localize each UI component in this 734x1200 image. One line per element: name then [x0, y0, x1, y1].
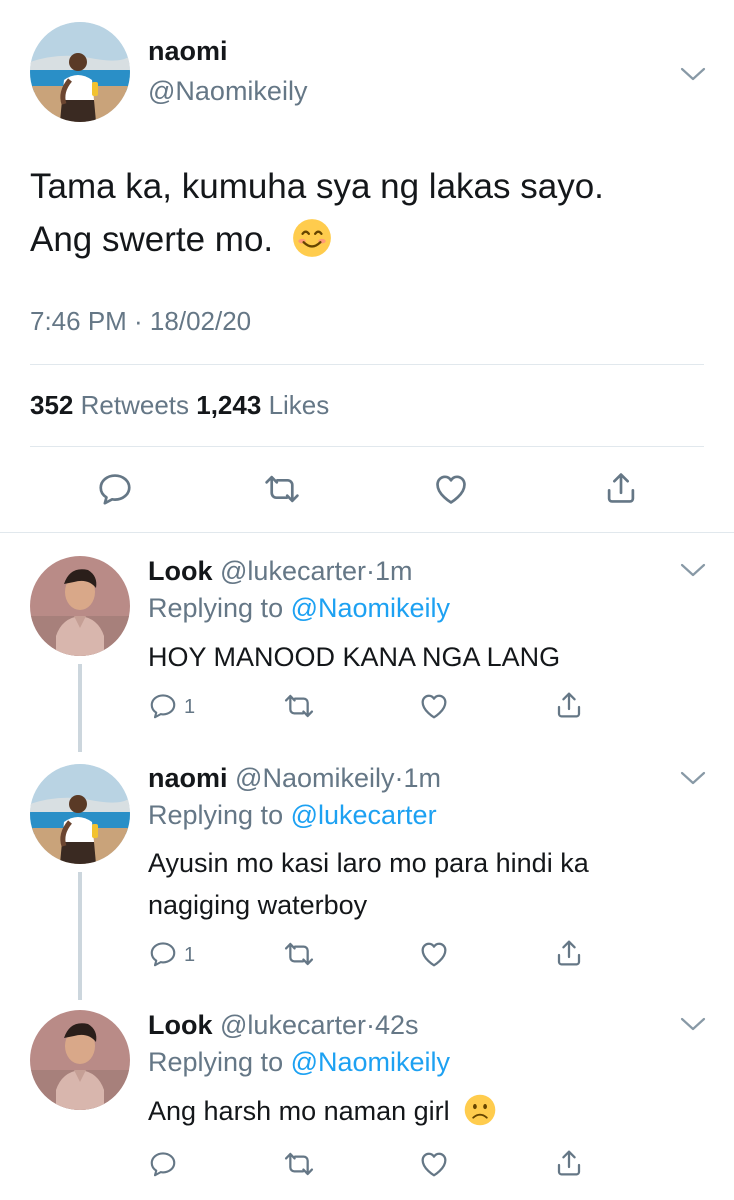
retweet-icon [282, 1148, 316, 1180]
retweets-count[interactable]: 352 [30, 390, 73, 420]
reply-header: Look @lukecarter·42s [148, 1010, 419, 1041]
smiling-face-emoji-icon [291, 217, 333, 259]
like-button[interactable] [432, 470, 470, 508]
reply-icon [96, 470, 134, 508]
chevron-down-icon[interactable] [680, 1016, 706, 1032]
reply-button[interactable] [148, 938, 178, 970]
like-button[interactable] [418, 1148, 450, 1180]
chevron-down-icon[interactable] [680, 770, 706, 786]
share-icon [553, 1146, 585, 1180]
reply-author-name[interactable]: Look [148, 1010, 213, 1040]
reply-text-line: Ayusin mo kasi laro mo para hindi ka [148, 848, 589, 878]
reply-text-line: HOY MANOOD KANA NGA LANG [148, 642, 561, 672]
reply-author-handle[interactable]: @lukecarter [220, 556, 366, 586]
heart-icon [418, 690, 450, 722]
avatar-luke[interactable] [30, 1010, 130, 1110]
heart-icon [418, 938, 450, 970]
share-button[interactable] [553, 936, 585, 970]
divider [0, 532, 734, 533]
reply-author-handle[interactable]: @Naomikeily [235, 763, 394, 793]
thread-connector [78, 872, 82, 1000]
share-button[interactable] [553, 688, 585, 722]
tweet-timestamp: 7:46 PM · 18/02/20 [30, 306, 252, 336]
divider [30, 446, 704, 447]
like-button[interactable] [418, 690, 450, 722]
likes-label[interactable]: Likes [269, 390, 330, 420]
replying-to: Replying to @Naomikeily [148, 1047, 450, 1078]
replying-to-mention[interactable]: @Naomikeily [291, 593, 450, 623]
like-button[interactable] [418, 938, 450, 970]
reply-header: naomi @Naomikeily·1m [148, 763, 441, 794]
author-name[interactable]: naomi [148, 36, 228, 67]
frowning-face-emoji-icon [463, 1093, 497, 1127]
separator-dot: · [365, 1010, 375, 1040]
replying-to-label: Replying to [148, 593, 284, 623]
separator-dot: · [365, 556, 375, 586]
reply-count: 1 [184, 944, 196, 966]
divider [30, 364, 704, 365]
reply-text-line: nagiging waterboy [148, 890, 368, 920]
reply-button[interactable] [148, 1148, 178, 1180]
reply-header: Look @lukecarter·1m [148, 556, 413, 587]
heart-icon [432, 470, 470, 508]
tweet-text: Tama ka, kumuha sya ng lakas sayo. Ang s… [30, 160, 710, 266]
heart-icon [418, 1148, 450, 1180]
chevron-down-icon[interactable] [680, 562, 706, 578]
share-icon [553, 688, 585, 722]
retweet-icon [262, 470, 302, 508]
reply-time: 1m [374, 556, 413, 586]
tweet-text-line: Ang swerte mo. [30, 220, 274, 259]
reply-author-name[interactable]: Look [148, 556, 213, 586]
tweet-text-line: Tama ka, kumuha sya ng lakas sayo. [30, 167, 604, 206]
replying-to-mention[interactable]: @lukecarter [291, 800, 437, 830]
replying-to-label: Replying to [148, 800, 284, 830]
author-handle[interactable]: @Naomikeily [148, 76, 307, 107]
reply-author-name[interactable]: naomi [148, 763, 228, 793]
reply-button[interactable] [96, 470, 134, 508]
avatar-naomi[interactable] [30, 22, 130, 122]
retweet-icon [282, 690, 316, 722]
reply-text: Ang harsh mo naman girl [148, 1090, 708, 1132]
tweet-stats: 352 Retweets 1,243 Likes [30, 390, 329, 421]
reply-time: 1m [403, 763, 441, 793]
reply-icon [148, 1148, 178, 1180]
share-icon [553, 936, 585, 970]
avatar-luke[interactable] [30, 556, 130, 656]
retweet-button[interactable] [262, 470, 302, 508]
reply-button[interactable] [148, 690, 178, 722]
retweet-button[interactable] [282, 938, 316, 970]
retweet-button[interactable] [282, 690, 316, 722]
share-button[interactable] [602, 468, 640, 508]
replying-to: Replying to @Naomikeily [148, 593, 450, 624]
avatar-naomi[interactable] [30, 764, 130, 864]
likes-count[interactable]: 1,243 [196, 390, 261, 420]
retweets-label[interactable]: Retweets [81, 390, 189, 420]
retweet-icon [282, 938, 316, 970]
share-button[interactable] [553, 1146, 585, 1180]
chevron-down-icon[interactable] [680, 66, 706, 82]
replying-to: Replying to @lukecarter [148, 800, 437, 831]
reply-text-line: Ang harsh mo naman girl [148, 1096, 450, 1126]
reply-count: 1 [184, 696, 196, 718]
reply-text: Ayusin mo kasi laro mo para hindi ka nag… [148, 842, 708, 926]
thread-connector [78, 664, 82, 752]
reply-author-handle[interactable]: @lukecarter [220, 1010, 366, 1040]
reply-icon [148, 938, 178, 970]
retweet-button[interactable] [282, 1148, 316, 1180]
reply-icon [148, 690, 178, 722]
replying-to-mention[interactable]: @Naomikeily [291, 1047, 450, 1077]
replying-to-label: Replying to [148, 1047, 284, 1077]
share-icon [602, 468, 640, 508]
reply-time: 42s [374, 1010, 419, 1040]
reply-text: HOY MANOOD KANA NGA LANG [148, 636, 708, 678]
